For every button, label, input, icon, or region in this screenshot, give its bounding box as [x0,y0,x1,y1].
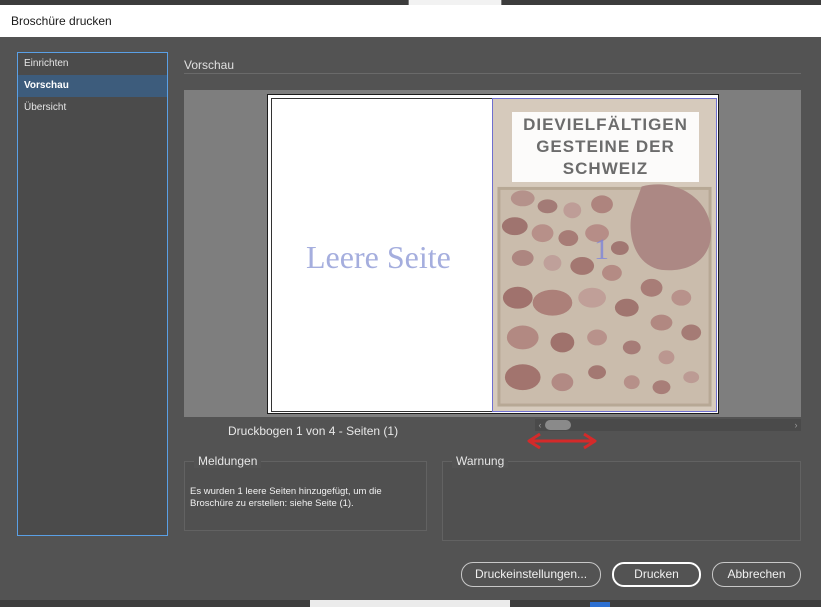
page-number: 1 [594,233,609,266]
messages-group: Meldungen Es wurden 1 leere Seiten hinzu… [184,454,427,531]
sidebar-item-label: Einrichten [24,58,69,69]
sidebar-item-label: Vorschau [24,80,69,91]
background-document-bottom [0,600,821,607]
preview-area: Leere Seite DIEVIELFÄLTIGEN GESTEINE DER… [184,90,801,417]
scrollbar-thumb[interactable] [545,420,571,430]
dialog-titlebar: Broschüre drucken [0,5,821,37]
warning-label: Warnung [452,454,509,468]
sidebar-item-label: Übersicht [24,102,67,113]
messages-label: Meldungen [194,454,262,468]
background-page-sliver [310,600,510,607]
print-booklet-dialog: Broschüre drucken Einrichten Vorschau Üb… [0,0,821,607]
spread-info: Druckbogen 1 von 4 - Seiten (1) [228,424,399,438]
print-spread: Leere Seite DIEVIELFÄLTIGEN GESTEINE DER… [267,94,719,414]
empty-page: Leere Seite [271,98,493,412]
messages-text: Es wurden 1 leere Seiten hinzugefügt, um… [190,486,382,509]
sidebar-item-einrichten[interactable]: Einrichten [18,53,167,75]
empty-page-label: Leere Seite [306,239,451,275]
background-selection-marker [590,602,610,607]
cover-title-line: SCHWEIZ [562,159,649,178]
sidebar-item-uebersicht[interactable]: Übersicht [18,97,167,119]
cover-title-line: DIEVIELFÄLTIGEN [523,115,688,134]
dialog-title: Broschüre drucken [11,14,112,28]
cover-page: DIEVIELFÄLTIGEN GESTEINE DER SCHWEIZ 1 [492,98,717,412]
warning-group: Warnung [442,454,801,541]
print-settings-button[interactable]: Druckeinstellungen... [461,562,601,587]
print-button[interactable]: Drucken [612,562,701,587]
section-divider [184,73,801,74]
cover-title: DIEVIELFÄLTIGEN GESTEINE DER SCHWEIZ [512,112,699,182]
chevron-right-icon[interactable]: › [791,419,801,431]
cover-title-line: GESTEINE DER [536,137,675,156]
sidebar: Einrichten Vorschau Übersicht [17,52,168,536]
cancel-button[interactable]: Abbrechen [712,562,801,587]
section-title: Vorschau [184,58,235,72]
sidebar-item-vorschau[interactable]: Vorschau [18,75,167,97]
double-arrow-icon [527,432,597,450]
